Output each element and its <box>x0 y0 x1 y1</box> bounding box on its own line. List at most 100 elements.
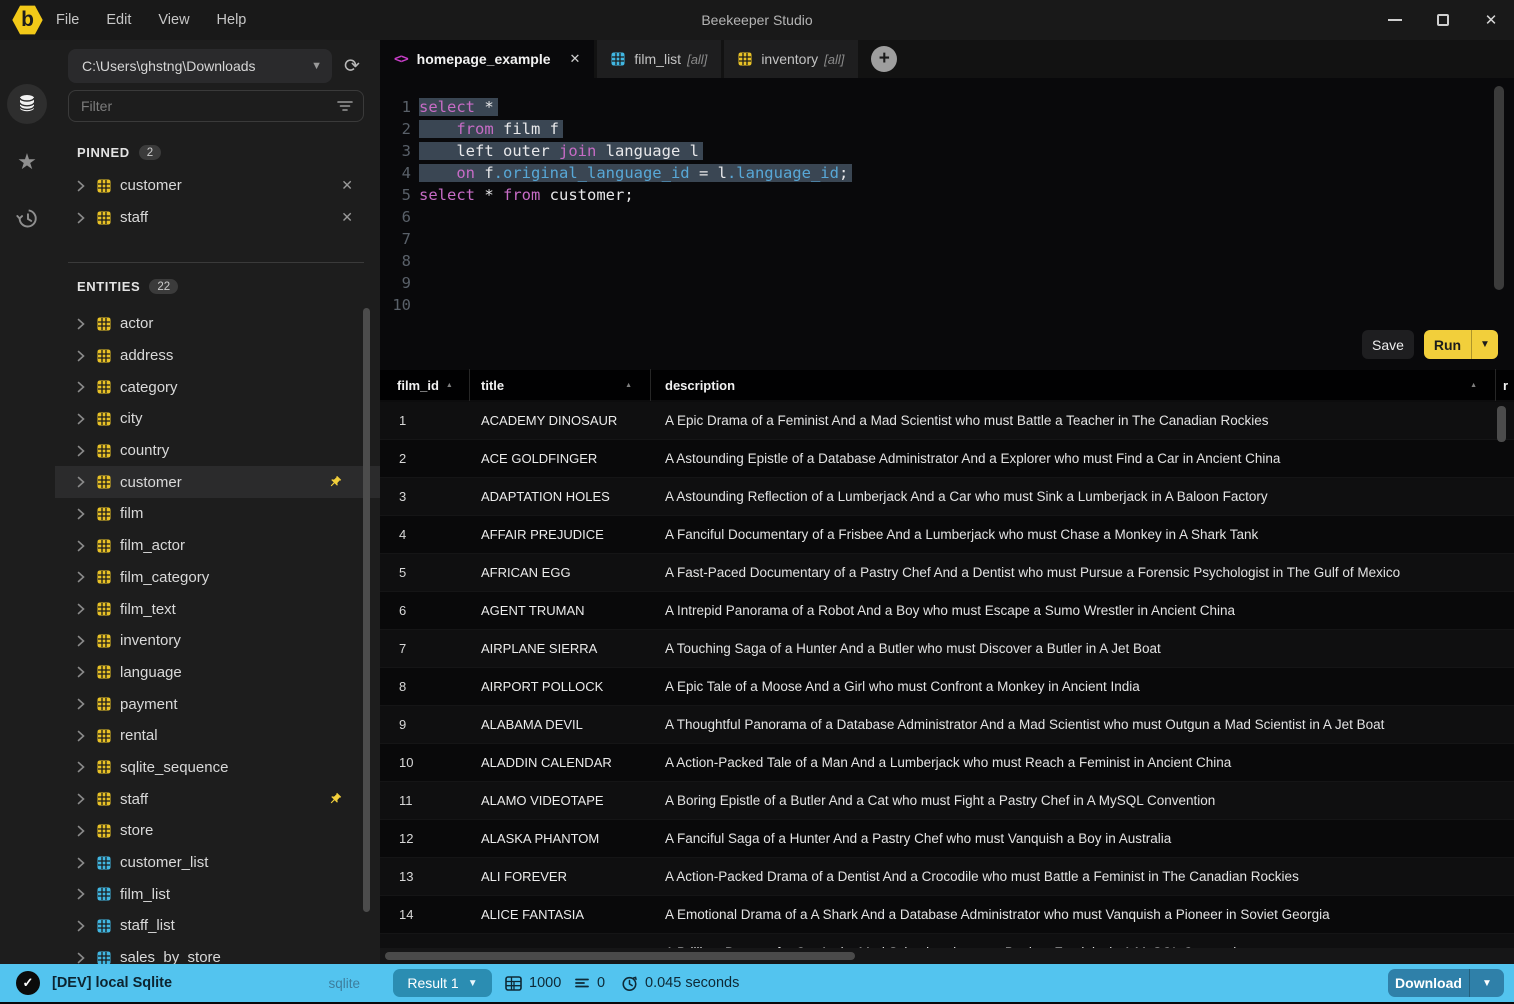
cell-title[interactable]: ALAMO VIDEOTAPE <box>470 793 651 808</box>
cell-description[interactable]: A Epic Drama of a Feminist And a Mad Sci… <box>651 413 1514 428</box>
unpin-button[interactable]: ✕ <box>341 177 353 194</box>
table-row[interactable]: 15ALIEN CENTERA Brilliant Drama of a Cat… <box>380 934 1514 948</box>
new-tab-button[interactable]: + <box>871 46 898 72</box>
sql-editor[interactable]: 1 2 3 4 5 6 7 8 9 10 select * from film f left ou… <box>380 78 1514 330</box>
table-row[interactable]: 8 AIRPORT POLLOCK A Epic Tale of a Moose A… <box>380 668 1514 706</box>
table-vertical-scrollbar[interactable] <box>1497 406 1506 442</box>
cell-description[interactable]: A Fast-Paced Documentary of a Pastry Che… <box>651 565 1514 580</box>
cell-film-id[interactable]: 5 <box>380 565 470 580</box>
cell-film-id[interactable]: 11 <box>380 793 470 808</box>
cell-film-id[interactable]: 12 <box>380 831 470 846</box>
table-horizontal-scrollbar[interactable] <box>380 948 1514 964</box>
run-dropdown-button[interactable]: ▼ <box>1471 330 1498 359</box>
result-selector[interactable]: Result 1 ▼ <box>393 969 492 997</box>
sidebar-scrollbar[interactable] <box>363 308 370 912</box>
code-line[interactable]: left outer join language l <box>419 142 1494 164</box>
cell-description[interactable]: A Fanciful Documentary of a Frisbee And … <box>651 527 1514 542</box>
tab-inventory[interactable]: inventory [all] <box>724 40 859 78</box>
column-header-partial[interactable]: r <box>1496 369 1514 401</box>
sidebar-item-category[interactable]: category <box>55 371 380 403</box>
refresh-button[interactable]: ⟳ <box>344 57 360 76</box>
favorites-button[interactable]: ★ <box>7 142 47 182</box>
sidebar-item-customer[interactable]: customer <box>55 466 380 499</box>
sidebar-item-country[interactable]: country <box>55 435 380 467</box>
cell-title[interactable]: AFFAIR PREJUDICE <box>470 527 651 542</box>
sidebar-item-customer_list[interactable]: customer_list <box>55 847 380 879</box>
sidebar-item-film_list[interactable]: film_list <box>55 878 380 910</box>
table-row[interactable]: 5 AFRICAN EGG A Fast-Paced Documentary of … <box>380 554 1514 592</box>
sidebar-item-actor[interactable]: actor <box>55 308 380 340</box>
code-line[interactable]: select * <box>419 98 1494 120</box>
sidebar-item-store[interactable]: store <box>55 815 380 847</box>
cell-description[interactable]: A Action-Packed Drama of a Dentist And a… <box>651 869 1514 884</box>
cell-film-id[interactable]: 1 <box>380 413 470 428</box>
save-button[interactable]: Save <box>1362 330 1414 359</box>
cell-description[interactable]: A Boring Epistle of a Butler And a Cat w… <box>651 793 1514 808</box>
column-header-title[interactable]: title ▲ <box>470 369 651 401</box>
table-row[interactable]: 3 ADAPTATION HOLES A Astounding Reflection… <box>380 478 1514 516</box>
code-line[interactable] <box>419 296 1494 318</box>
cell-description[interactable]: A Intrepid Panorama of a Robot And a Boy… <box>651 603 1514 618</box>
cell-title[interactable]: ALICE FANTASIA <box>470 907 651 922</box>
cell-description[interactable]: A Touching Saga of a Hunter And a Butler… <box>651 641 1514 656</box>
cell-film-id[interactable]: 4 <box>380 527 470 542</box>
sidebar-item-film_category[interactable]: film_category <box>55 562 380 594</box>
scrollbar-thumb[interactable] <box>385 952 855 960</box>
run-button[interactable]: Run ▼ <box>1424 330 1498 359</box>
sidebar-item-film[interactable]: film <box>55 498 380 530</box>
cell-film-id[interactable]: 13 <box>380 869 470 884</box>
sidebar-item-sqlite_sequence[interactable]: sqlite_sequence <box>55 752 380 784</box>
menu-view[interactable]: View <box>158 12 189 28</box>
sidebar-item-address[interactable]: address <box>55 340 380 372</box>
table-row[interactable]: 11 ALAMO VIDEOTAPE A Boring Epistle of a B… <box>380 782 1514 820</box>
cell-title[interactable]: AFRICAN EGG <box>470 565 651 580</box>
sidebar-item-language[interactable]: language <box>55 657 380 689</box>
sidebar-item-staff[interactable]: staff <box>55 783 380 815</box>
cell-description[interactable]: A Astounding Epistle of a Database Admin… <box>651 451 1514 466</box>
database-panel-button[interactable] <box>7 84 47 124</box>
sidebar-item-film_actor[interactable]: film_actor <box>55 530 380 562</box>
table-row[interactable]: 13 ALI FOREVER A Action-Packed Drama of a … <box>380 858 1514 896</box>
unpin-button[interactable]: ✕ <box>341 209 353 226</box>
cell-title[interactable]: ADAPTATION HOLES <box>470 489 651 504</box>
cell-title[interactable]: AIRPORT POLLOCK <box>470 679 651 694</box>
cell-title[interactable]: ACADEMY DINOSAUR <box>470 413 651 428</box>
cell-description[interactable]: A Fanciful Saga of a Hunter And a Pastry… <box>651 831 1514 846</box>
cell-title[interactable]: ALABAMA DEVIL <box>470 717 651 732</box>
sidebar-item-sales_by_store[interactable]: sales_by_store <box>55 942 380 964</box>
cell-film-id[interactable]: 2 <box>380 451 470 466</box>
tab-film_list[interactable]: film_list [all] <box>597 40 722 78</box>
sidebar-item-inventory[interactable]: inventory <box>55 625 380 657</box>
code-line[interactable]: select * from customer; <box>419 186 1494 208</box>
cell-description[interactable]: A Emotional Drama of a A Shark And a Dat… <box>651 907 1514 922</box>
pinned-item-staff[interactable]: staff ✕ <box>55 202 380 234</box>
code-line[interactable] <box>419 252 1494 274</box>
sidebar-item-city[interactable]: city <box>55 403 380 435</box>
cell-film-id[interactable]: 6 <box>380 603 470 618</box>
cell-description[interactable]: A Epic Tale of a Moose And a Girl who mu… <box>651 679 1514 694</box>
code-line[interactable]: on f.original_language_id = l.language_i… <box>419 164 1494 186</box>
menu-file[interactable]: File <box>56 12 79 28</box>
cell-description[interactable]: A Astounding Reflection of a Lumberjack … <box>651 489 1514 504</box>
table-row[interactable]: 1 ACADEMY DINOSAUR A Epic Drama of a Femin… <box>380 402 1514 440</box>
close-tab-button[interactable]: ✕ <box>570 51 581 67</box>
cell-title[interactable]: AGENT TRUMAN <box>470 603 651 618</box>
close-button[interactable]: ✕ <box>1482 11 1500 29</box>
cell-film-id[interactable]: 9 <box>380 717 470 732</box>
sidebar-item-staff_list[interactable]: staff_list <box>55 910 380 942</box>
table-row[interactable]: 12 ALASKA PHANTOM A Fanciful Saga of a Hun… <box>380 820 1514 858</box>
cell-film-id[interactable]: 3 <box>380 489 470 504</box>
tab-homepage_example[interactable]: <> homepage_example ✕ <box>380 40 595 78</box>
table-row[interactable]: 14 ALICE FANTASIA A Emotional Drama of a A… <box>380 896 1514 934</box>
cell-title[interactable]: AIRPLANE SIERRA <box>470 641 651 656</box>
cell-description[interactable]: A Thoughtful Panorama of a Database Admi… <box>651 717 1514 732</box>
sidebar-item-rental[interactable]: rental <box>55 720 380 752</box>
minimize-button[interactable] <box>1386 11 1404 29</box>
pin-icon[interactable] <box>328 475 342 489</box>
table-row[interactable]: 10 ALADDIN CALENDAR A Action-Packed Tale o… <box>380 744 1514 782</box>
code-line[interactable] <box>419 274 1494 296</box>
code-line[interactable] <box>419 230 1494 252</box>
cell-film-id[interactable]: 8 <box>380 679 470 694</box>
table-row[interactable]: 4 AFFAIR PREJUDICE A Fanciful Documentary … <box>380 516 1514 554</box>
cell-title[interactable]: ALADDIN CALENDAR <box>470 755 651 770</box>
